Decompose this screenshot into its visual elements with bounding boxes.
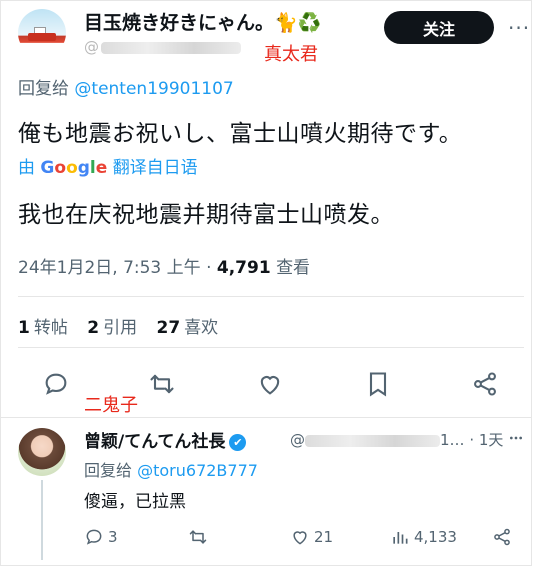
tweet-meta: 24年1月2日, 7:53 上午 · 4,791 查看 xyxy=(18,253,310,278)
reply-share-button[interactable] xyxy=(492,527,512,547)
like-stat[interactable]: 27 喜欢 xyxy=(157,318,219,338)
engagement-stats: 1 转帖 2 引用 27 喜欢 xyxy=(18,313,232,338)
reply-time[interactable]: · 1天 xyxy=(469,431,503,449)
verified-icon: ✔ xyxy=(229,433,247,451)
divider xyxy=(0,417,532,418)
view-count: 4,791 xyxy=(216,258,271,278)
translate-suffix: 翻译自日语 xyxy=(112,158,198,178)
author-annotation: 真太君 xyxy=(264,44,318,65)
reply-annotation: 二鬼子 xyxy=(84,395,138,416)
bookmark-icon[interactable] xyxy=(364,370,392,398)
reply-reply-button[interactable]: 3 xyxy=(84,527,118,547)
author-avatar[interactable] xyxy=(18,9,66,57)
retweet-icon xyxy=(188,527,208,547)
retweet-stat[interactable]: 1 转帖 xyxy=(18,318,68,338)
reply-reply-count: 3 xyxy=(108,528,118,546)
reply-views-button[interactable]: 4,133 xyxy=(390,527,457,547)
like-icon[interactable] xyxy=(256,370,284,398)
reply-reply-to-prefix: 回复给 xyxy=(84,461,133,480)
share-icon[interactable] xyxy=(471,370,499,398)
retweet-icon[interactable] xyxy=(148,370,176,398)
reply-retweet-button[interactable] xyxy=(188,527,208,547)
reply-to-handle[interactable]: @tenten19901107 xyxy=(74,79,233,99)
share-icon xyxy=(492,527,512,547)
quote-stat[interactable]: 2 引用 xyxy=(87,318,137,338)
reply-author-handle[interactable]: @1… · 1天 xyxy=(290,429,503,450)
divider xyxy=(18,347,524,348)
more-icon[interactable] xyxy=(508,430,524,446)
follow-button[interactable]: 关注 xyxy=(384,11,494,44)
handle-at: @ xyxy=(84,38,99,56)
reply-author-name-text: 曾颖/てんてん社長 xyxy=(84,432,226,452)
avatar-ship-hull xyxy=(28,33,56,41)
reply-view-count: 4,133 xyxy=(414,528,457,546)
divider xyxy=(18,296,524,297)
translated-text: 我也在庆祝地震并期待富士山喷发。 xyxy=(18,202,394,228)
timestamp[interactable]: 24年1月2日, 7:53 上午 xyxy=(18,258,201,278)
reply-reply-to-handle[interactable]: @toru672B777 xyxy=(137,461,258,480)
translation-attribution[interactable]: 由 Google 翻译自日语 xyxy=(18,153,198,178)
author-name-overflow: ··· xyxy=(508,16,531,40)
reply-icon xyxy=(84,527,104,547)
author-handle[interactable]: @ xyxy=(84,38,241,56)
handle-redacted xyxy=(101,41,241,54)
meta-dot: · xyxy=(206,258,212,278)
reply-handle-suffix: 1… xyxy=(440,431,465,449)
like-icon xyxy=(290,527,310,547)
reply-to-prefix: 回复给 xyxy=(18,79,69,99)
reply-author-name[interactable]: 曾颖/てんてん社長 ✔ xyxy=(84,427,247,452)
translate-prefix: 由 xyxy=(18,158,35,178)
reply-handle-at: @ xyxy=(290,431,305,449)
reply-text: 傻逼，已拉黑 xyxy=(84,492,186,512)
reply-icon[interactable] xyxy=(42,370,70,398)
author-name[interactable]: 目玉焼き好きにゃん。🐈♻️ xyxy=(84,8,321,35)
reply-author-avatar[interactable] xyxy=(18,428,66,476)
google-logo: Google xyxy=(40,158,108,178)
reply-handle-redacted xyxy=(305,434,440,447)
reply-reply-to-line: 回复给 @toru672B777 xyxy=(84,457,258,481)
view-label: 查看 xyxy=(276,258,311,278)
tweet-text: 俺も地震お祝いし、富士山噴火期待です。 xyxy=(18,121,463,147)
reply-like-count: 21 xyxy=(314,528,334,546)
thread-line xyxy=(41,480,43,560)
reply-to-line: 回复给 @tenten19901107 xyxy=(18,74,234,99)
views-icon xyxy=(390,527,410,547)
reply-like-button[interactable]: 21 xyxy=(290,527,333,547)
